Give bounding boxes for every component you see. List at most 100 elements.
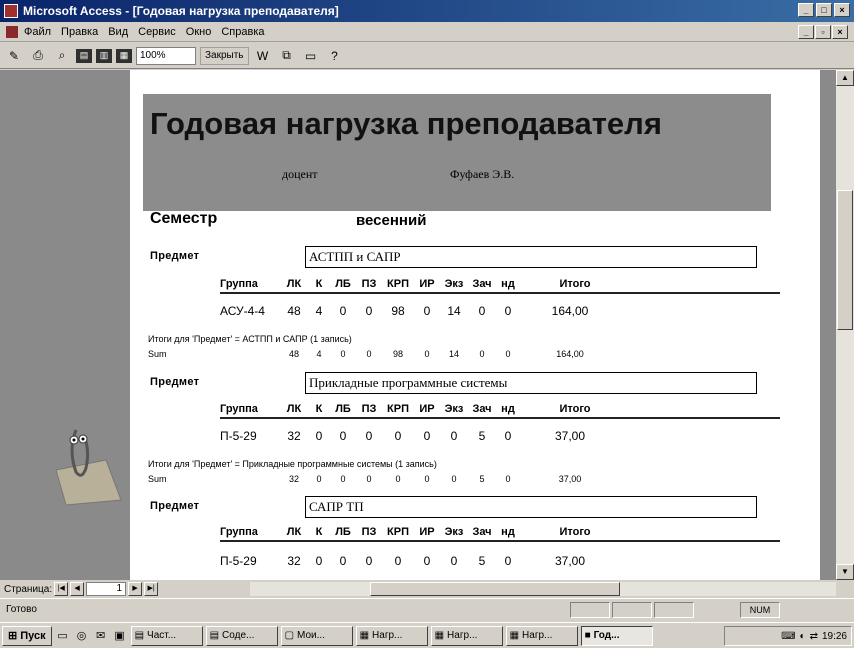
window-title: Microsoft Access - [Годовая нагрузка пре… [23,4,339,18]
taskbar-button-label: Соде... [222,630,255,641]
menu-edit[interactable]: Правка [61,26,98,38]
taskbar-button[interactable]: ▤ Част... [130,625,203,646]
two-pages-icon[interactable]: ▥ [96,48,112,63]
taskbar-button-active[interactable]: ■ Год... [580,625,653,646]
sum-krp: 0 [395,474,401,484]
sum-total: 164,00 [556,349,584,359]
volume-icon[interactable]: ◐ [800,631,806,642]
status-text: Готово [6,604,37,615]
clock[interactable]: 19:26 [822,631,847,642]
windows-logo-icon: ⊞ [8,630,18,642]
vertical-scroll-thumb[interactable] [837,190,853,330]
col-credit: Зач [472,526,492,538]
col-exam: Экз [444,526,464,538]
taskbar-button[interactable]: ▤ Соде... [205,625,278,646]
cell-group: АСУ-4-4 [220,304,265,318]
desktop-icon[interactable]: ▭ [55,628,71,644]
taskbar-button[interactable]: ▦ Нагр... [355,625,428,646]
doc-minimize-button[interactable]: _ [798,25,814,39]
vertical-scrollbar[interactable]: ▲ ▼ [836,70,854,580]
teacher-name: Фуфаев Э.В. [450,167,515,181]
one-page-icon[interactable]: ▤ [76,48,92,63]
browser-icon[interactable]: ◎ [74,628,90,644]
taskbar-button[interactable]: ▦ Нагр... [505,625,578,646]
document-icon[interactable] [6,25,18,38]
start-button[interactable]: ⊞ Пуск [2,625,52,646]
document-icon: ▤ [134,630,145,641]
cell-ir: 0 [423,304,431,318]
taskbar-button-label: Нагр... [447,630,478,641]
page-number-input[interactable]: 1 [86,582,127,596]
col-credit: Зач [472,403,492,415]
multiple-pages-icon[interactable]: ▦ [116,48,132,63]
horizontal-scrollbar[interactable] [250,582,836,596]
menu-view[interactable]: Вид [108,26,128,38]
mail-icon[interactable]: ✉ [93,628,109,644]
col-krp: КРП [387,403,409,415]
network-icon[interactable]: ⇄ [810,631,818,642]
taskbar-button[interactable]: ▦ Нагр... [430,625,503,646]
scroll-down-arrow-icon[interactable]: ▼ [836,564,854,580]
cell-krp: 0 [394,429,402,443]
cell-lb: 0 [339,304,347,318]
last-page-button[interactable]: ▶| [144,582,159,596]
word-export-icon[interactable]: W [253,47,273,65]
sum-row: 48 4 0 0 98 0 14 0 0 164,00 [220,347,780,365]
col-total: Итого [559,526,591,538]
column-header-row: Группа ЛК К ЛБ ПЗ КРП ИР Экз Зач нд Итог… [220,401,780,419]
taskbar-button[interactable]: ▢ Мои... [280,625,353,646]
sum-exam: 14 [448,349,459,359]
menu-file[interactable]: Файл [24,26,51,38]
doc-restore-button[interactable]: ▫ [815,25,831,39]
col-nd: нд [501,278,515,290]
sum-pz: 0 [366,349,372,359]
cell-pz: 0 [365,304,373,318]
print-icon[interactable]: ⎙ [28,47,48,65]
media-icon[interactable]: ▣ [112,628,128,644]
table-row: АСУ-4-4 48 4 0 0 98 0 14 0 0 164,00 [220,302,780,320]
col-nd: нд [501,526,515,538]
semester-label: Семестр [150,210,218,227]
zoom-select[interactable]: 100% [136,46,196,65]
col-lk: ЛК [286,526,302,538]
database-window-icon[interactable]: ⧉ [277,47,297,65]
table-row: П-5-29 32 0 0 0 0 0 0 5 0 37,00 [220,552,780,570]
semester-value: весенний [356,212,427,229]
scroll-up-arrow-icon[interactable]: ▲ [836,70,854,86]
col-total: Итого [559,403,591,415]
taskbar-button-label: Год... [593,630,620,641]
sum-credit: 5 [479,474,485,484]
menu-window[interactable]: Окно [186,26,212,38]
close-preview-button[interactable]: Закрыть [200,46,249,65]
zoom-icon[interactable]: ⌕ [52,47,72,65]
menu-help[interactable]: Справка [221,26,264,38]
doc-close-button[interactable]: × [832,25,848,39]
close-button[interactable]: × [834,3,850,17]
menu-tools[interactable]: Сервис [138,26,176,38]
cell-credit: 5 [478,554,486,568]
subject-label: Предмет [150,250,200,262]
cell-lk: 32 [287,554,301,568]
system-tray: ⌨ ◐ ⇄ 19:26 [724,626,852,646]
help-icon[interactable]: ? [325,47,345,65]
horizontal-scroll-thumb[interactable] [370,582,620,596]
view-icon[interactable]: ✎ [4,47,24,65]
next-page-button[interactable]: ▶ [128,582,143,596]
first-page-button[interactable]: |◀ [54,582,69,596]
sum-lb: 0 [340,474,346,484]
office-assistant-icon[interactable] [46,410,126,510]
col-pz: ПЗ [361,403,377,415]
col-ir: ИР [419,403,435,415]
cell-nd: 0 [504,554,512,568]
maximize-button[interactable]: □ [816,3,832,17]
taskbar-button-label: Мои... [297,630,325,641]
sum-nd: 0 [505,349,511,359]
new-object-icon[interactable]: ▭ [301,47,321,65]
prev-page-button[interactable]: ◀ [70,582,85,596]
col-group: Группа [220,526,258,538]
keyboard-layout-icon[interactable]: ⌨ [781,631,795,642]
page-label: Страница: [4,583,53,595]
subject-field: АСТПП и САПР [305,246,757,268]
sum-label: Sum [148,474,167,484]
minimize-button[interactable]: _ [798,3,814,17]
